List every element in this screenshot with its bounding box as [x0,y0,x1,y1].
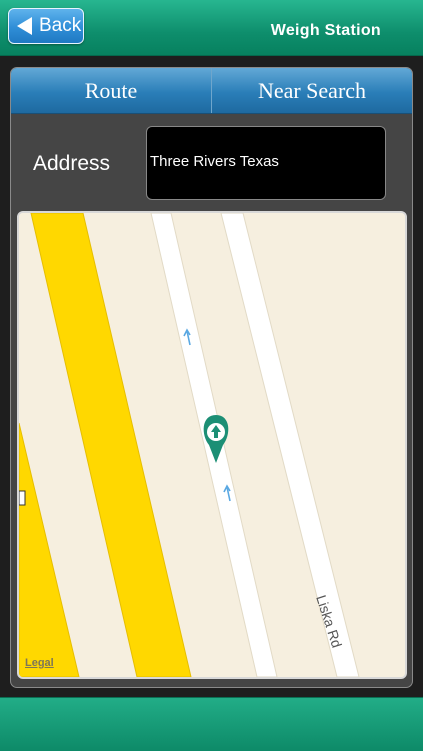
back-arrow-icon [17,17,32,35]
map-view[interactable]: Liska Rd Legal [17,211,407,679]
back-button[interactable]: Back [8,8,84,44]
tab-bar: Route Near Search [11,68,412,114]
route-shield-icon [19,490,26,506]
map-canvas[interactable]: Liska Rd [19,213,405,677]
back-button-label: Back [39,15,82,36]
tab-near-search[interactable]: Near Search [211,68,412,113]
address-field[interactable]: Three Rivers Texas [146,126,386,200]
page-title: Weigh Station [270,22,381,39]
map-legal-link[interactable]: Legal [25,657,54,669]
tab-route[interactable]: Route [11,68,211,113]
address-label: Address [33,152,111,175]
top-bar: Back Weigh Station [0,0,423,56]
main-panel: Route Near Search Address Three Rivers T… [10,67,413,688]
bottom-bar [0,697,423,751]
